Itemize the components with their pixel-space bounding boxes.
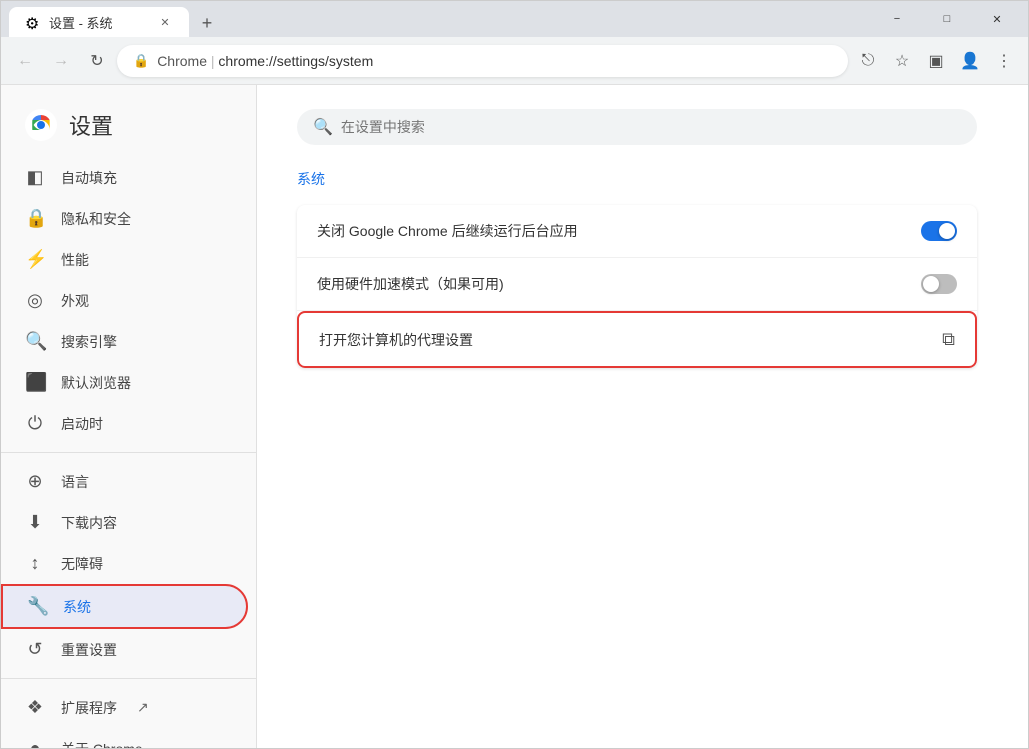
sidebar-item-label-default-browser: 默认浏览器 xyxy=(61,373,131,393)
tab-area: ⚙ 设置 - 系统 ✕ + xyxy=(9,1,874,37)
sidebar-item-label-about: 关于 Chrome xyxy=(61,739,143,749)
tab-close-button[interactable]: ✕ xyxy=(157,14,173,30)
sidebar-divider xyxy=(1,452,256,453)
setting-label-hardware-acceleration: 使用硬件加速模式（如果可用) xyxy=(317,274,905,294)
search-bar[interactable]: 🔍 xyxy=(297,109,977,145)
window-controls: − □ ✕ xyxy=(874,4,1020,34)
appearance-icon: ◎ xyxy=(25,290,45,311)
system-icon: 🔧 xyxy=(27,596,47,617)
external-link-icon-proxy-settings[interactable]: ⧉ xyxy=(942,329,955,350)
privacy-icon: 🔒 xyxy=(25,208,45,229)
sidebar-item-search[interactable]: 🔍 搜索引擎 xyxy=(1,321,248,362)
sidebar-item-privacy[interactable]: 🔒 隐私和安全 xyxy=(1,198,248,239)
extensions-external-icon[interactable]: ↗ xyxy=(137,699,149,716)
autofill-icon: ◧ xyxy=(25,167,45,188)
sidebar-item-performance[interactable]: ⚡ 性能 xyxy=(1,239,248,280)
sidebar-item-label-privacy: 隐私和安全 xyxy=(61,209,131,229)
setting-label-background-apps: 关闭 Google Chrome 后继续运行后台应用 xyxy=(317,221,905,241)
toggle-hardware-acceleration[interactable] xyxy=(921,274,957,294)
bookmark-button[interactable]: ☆ xyxy=(886,45,918,77)
toolbar-actions: ⎋ ☆ ▣ 👤 ⋮ xyxy=(852,45,1020,77)
title-bar: ⚙ 设置 - 系统 ✕ + − □ ✕ xyxy=(1,1,1028,37)
sidebar-item-label-system: 系统 xyxy=(63,597,91,617)
sidebar-item-label-reset: 重置设置 xyxy=(61,640,117,660)
sidebar-item-label-startup: 启动时 xyxy=(61,414,103,434)
sidebar-item-autofill[interactable]: ◧ 自动填充 xyxy=(1,157,248,198)
sidebar-item-startup[interactable]: ⏻ 启动时 xyxy=(1,403,248,444)
settings-row-proxy-settings[interactable]: 打开您计算机的代理设置 ⧉ xyxy=(297,311,977,368)
performance-icon: ⚡ xyxy=(25,249,45,270)
minimize-button[interactable]: − xyxy=(874,4,920,34)
search-input[interactable] xyxy=(341,119,961,135)
sidebar-item-label-search: 搜索引擎 xyxy=(61,332,117,352)
sidebar-item-extensions[interactable]: ❖ 扩展程序 ↗ xyxy=(1,687,248,728)
sidebar-toggle-button[interactable]: ▣ xyxy=(920,45,952,77)
sidebar-items-container: ◧ 自动填充 🔒 隐私和安全 ⚡ 性能 ◎ 外观 🔍 搜索引擎 ⬛ 默认浏览器 ⏻ 启动时 ⊕ 语言 ⬇ 下载内容… xyxy=(1,157,256,748)
sidebar-divider xyxy=(1,678,256,679)
main-layout: 设置 ◧ 自动填充 🔒 隐私和安全 ⚡ 性能 ◎ 外观 🔍 搜索引擎 ⬛ 默认浏览器 ⏻ 启动时 ⊕ 语言 ⬇ 下… xyxy=(1,85,1028,748)
extensions-icon: ❖ xyxy=(25,697,45,718)
sidebar-item-label-autofill: 自动填充 xyxy=(61,168,117,188)
sidebar-item-accessibility[interactable]: ↕ 无障碍 xyxy=(1,543,248,584)
toggle-background-apps[interactable] xyxy=(921,221,957,241)
maximize-button[interactable]: □ xyxy=(924,4,970,34)
sidebar-settings-title: 设置 xyxy=(69,109,113,141)
search-icon: 🔍 xyxy=(313,117,333,137)
tab-title: 设置 - 系统 xyxy=(49,13,149,32)
address-lock-icon: 🔒 xyxy=(133,53,149,69)
sidebar-header: 设置 xyxy=(1,93,256,157)
refresh-button[interactable]: ↻ xyxy=(81,45,113,77)
default-browser-icon: ⬛ xyxy=(25,372,45,393)
about-icon: ● xyxy=(25,738,45,748)
sidebar-item-default-browser[interactable]: ⬛ 默认浏览器 xyxy=(1,362,248,403)
active-tab[interactable]: ⚙ 设置 - 系统 ✕ xyxy=(9,7,189,37)
share-button[interactable]: ⎋ xyxy=(852,45,884,77)
reset-icon: ↺ xyxy=(25,639,45,660)
sidebar-item-reset[interactable]: ↺ 重置设置 xyxy=(1,629,248,670)
window-frame: ⚙ 设置 - 系统 ✕ + − □ ✕ ← → ↻ 🔒 Chrome | chr… xyxy=(0,0,1029,749)
menu-button[interactable]: ⋮ xyxy=(988,45,1020,77)
sidebar-item-appearance[interactable]: ◎ 外观 xyxy=(1,280,248,321)
sidebar-item-system[interactable]: 🔧 系统 xyxy=(1,584,248,629)
browser-toolbar: ← → ↻ 🔒 Chrome | chrome://settings/syste… xyxy=(1,37,1028,85)
sidebar-item-label-accessibility: 无障碍 xyxy=(61,554,103,574)
sidebar-item-label-language: 语言 xyxy=(61,472,89,492)
startup-icon: ⏻ xyxy=(25,413,45,434)
tab-favicon: ⚙ xyxy=(25,14,41,30)
language-icon: ⊕ xyxy=(25,471,45,492)
downloads-icon: ⬇ xyxy=(25,512,45,533)
forward-button[interactable]: → xyxy=(45,45,77,77)
sidebar-item-about[interactable]: ● 关于 Chrome xyxy=(1,728,248,748)
settings-card: 关闭 Google Chrome 后继续运行后台应用使用硬件加速模式（如果可用)… xyxy=(297,205,977,368)
settings-row-background-apps: 关闭 Google Chrome 后继续运行后台应用 xyxy=(297,205,977,258)
address-text: Chrome | chrome://settings/system xyxy=(157,53,832,69)
sidebar-item-language[interactable]: ⊕ 语言 xyxy=(1,461,248,502)
accessibility-icon: ↕ xyxy=(25,553,45,574)
sidebar-item-downloads[interactable]: ⬇ 下载内容 xyxy=(1,502,248,543)
settings-row-hardware-acceleration: 使用硬件加速模式（如果可用) xyxy=(297,258,977,311)
profile-button[interactable]: 👤 xyxy=(954,45,986,77)
setting-label-proxy-settings: 打开您计算机的代理设置 xyxy=(319,330,926,350)
sidebar-item-label-appearance: 外观 xyxy=(61,291,89,311)
sidebar-item-label-downloads: 下载内容 xyxy=(61,513,117,533)
section-title: 系统 xyxy=(297,169,988,189)
sidebar-item-label-performance: 性能 xyxy=(61,250,89,270)
close-button[interactable]: ✕ xyxy=(974,4,1020,34)
sidebar: 设置 ◧ 自动填充 🔒 隐私和安全 ⚡ 性能 ◎ 外观 🔍 搜索引擎 ⬛ 默认浏览器 ⏻ 启动时 ⊕ 语言 ⬇ 下… xyxy=(1,85,257,748)
new-tab-button[interactable]: + xyxy=(193,9,221,37)
sidebar-item-label-extensions: 扩展程序 xyxy=(61,698,117,718)
search-icon: 🔍 xyxy=(25,331,45,352)
back-button[interactable]: ← xyxy=(9,45,41,77)
chrome-logo xyxy=(25,109,57,141)
address-bar[interactable]: 🔒 Chrome | chrome://settings/system xyxy=(117,45,848,77)
settings-content: 🔍 系统 关闭 Google Chrome 后继续运行后台应用使用硬件加速模式（… xyxy=(257,85,1028,748)
